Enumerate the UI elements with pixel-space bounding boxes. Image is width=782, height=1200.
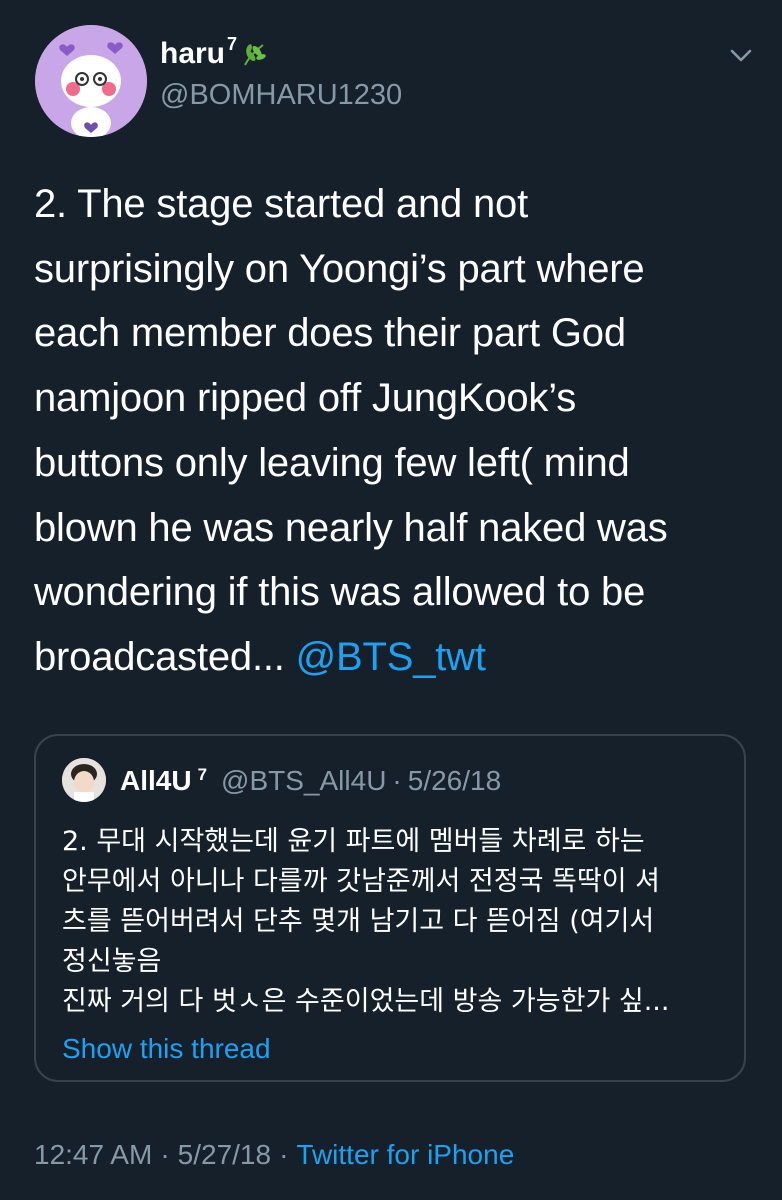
tweet-text-last-line: broadcasted... @BTS_twt (34, 625, 754, 690)
quoted-text-line: 안무에서 아니나 다를까 갓남준께서 전정국 똑딱이 셔 (62, 866, 660, 897)
avatar-illustration (35, 25, 147, 137)
tweet-source-link[interactable]: Twitter for iPhone (296, 1139, 514, 1170)
quoted-author-superscript: 7 (197, 765, 208, 784)
tweet-text-line: surprisingly on Yoongi’s part where (34, 246, 645, 291)
quoted-text-line: 정신놓음 (62, 946, 162, 977)
author-handle[interactable]: @BOMHARU1230 (160, 78, 402, 112)
mention-link[interactable]: @BTS_twt (296, 635, 486, 679)
quoted-tweet-header: All4U 7 @BTS_All4U · 5/26/18 (120, 764, 501, 802)
tweet-text-line: wondering if this was allowed to be (34, 570, 646, 615)
quoted-author-handle: @BTS_All4U (221, 765, 387, 796)
footer-separator: · (160, 1139, 170, 1170)
leaf-icon (244, 44, 266, 66)
footer-separator: · (279, 1139, 289, 1170)
tweet-date[interactable]: 5/27/18 (178, 1139, 271, 1170)
quoted-author-avatar (62, 758, 106, 802)
quoted-avatar-photo (62, 758, 106, 802)
show-thread-link[interactable]: Show this thread (62, 1032, 271, 1066)
tweet-footer: 12:47 AM · 5/27/18 · Twitter for iPhone (34, 1138, 514, 1172)
quoted-date: 5/26/18 (407, 765, 502, 796)
tweet-text: 2. The stage started and not surprisingl… (34, 172, 754, 690)
tweet-text-line: blown he was nearly half naked was (34, 505, 668, 550)
author-name-superscript: 7 (227, 34, 238, 54)
tweet-text-line: broadcasted... (34, 634, 296, 679)
author-name: haru (160, 37, 226, 70)
quoted-text-line: 진짜 거의 다 벗ㅅ은 수준이었는데 방송 가능한가 싶... (62, 986, 670, 1017)
quoted-separator: · (392, 765, 402, 796)
quoted-tweet-text: 2. 무대 시작했는데 윤기 파트에 멤버들 차례로 하는 안무에서 아니나 다… (62, 822, 732, 1022)
tweet-detail: haru 7 @BOMHARU1230 2. The stage started… (0, 0, 782, 1200)
quoted-text-line: 2. 무대 시작했는데 윤기 파트에 멤버들 차례로 하는 (62, 826, 645, 857)
quoted-text-line: 츠를 뜯어버려서 단추 몇개 남기고 다 뜯어짐 (여기서 (62, 906, 655, 937)
author-avatar[interactable] (35, 25, 147, 137)
tweet-text-line: buttons only leaving few left( mind (34, 440, 630, 485)
tweet-text-line: 2. The stage started and not (34, 182, 529, 226)
tweet-time[interactable]: 12:47 AM (34, 1139, 152, 1170)
author-display-name[interactable]: haru 7 (160, 34, 267, 72)
tweet-text-line: namjoon ripped off JungKook’s (34, 376, 576, 421)
quoted-tweet[interactable]: All4U 7 @BTS_All4U · 5/26/18 2. 무대 시작했는데… (34, 734, 746, 1082)
tweet-text-line: each member does their part God (34, 311, 626, 356)
chevron-down-icon[interactable] (726, 46, 756, 66)
quoted-author-name: All4U (120, 765, 192, 796)
